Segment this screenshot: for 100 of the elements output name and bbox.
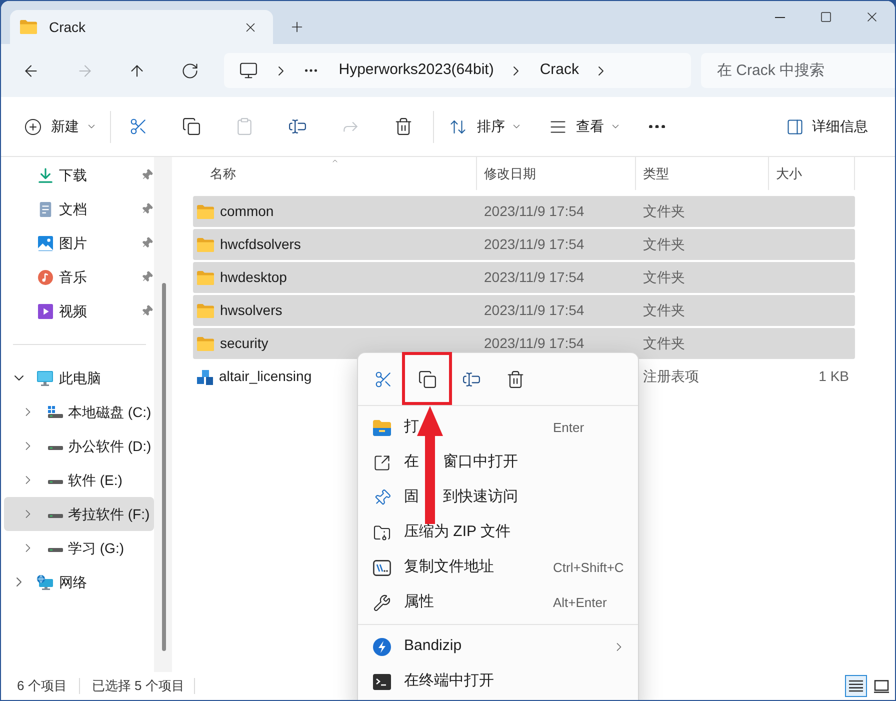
view-button[interactable]: 查看 [541,108,623,144]
quick-access-item[interactable]: 下载 [1,158,154,192]
shortcut-text: Alt+Enter [553,594,607,612]
details-pane-icon [786,118,804,136]
copy-icon [182,117,200,136]
file-type: 文件夹 [643,335,685,351]
plus-icon [289,19,305,35]
file-name: hwdesktop [220,268,287,287]
menu-item[interactable]: 在终端中打开 [358,664,638,699]
maximize-icon [820,11,832,23]
column-header[interactable]: 大小 [769,157,855,190]
folder-icon [197,336,214,350]
tile-view-icon [874,680,888,692]
monitor-icon [238,61,258,80]
minimize-icon [775,16,785,18]
quick-access-item[interactable]: 音乐 [1,260,154,294]
scissors-icon [128,117,148,136]
drive-item[interactable]: 本地磁盘 (C:) [4,395,154,429]
menu-item[interactable]: 打 Enter [358,410,638,445]
menu-item[interactable]: 压缩为 ZIP 文件 [358,515,638,550]
file-type: 注册表项 [643,368,699,384]
refresh-icon [180,62,199,80]
drive-item[interactable]: 学习 (G:) [4,531,154,565]
item-count: 6 个项目 [17,677,67,696]
file-size: 1 KB [818,367,849,386]
details-view-button[interactable] [845,675,867,697]
search-field[interactable]: 在 Crack 中搜索 [701,53,895,88]
folder-icon [20,20,37,34]
drive-icon [48,446,63,450]
details-button[interactable]: 详细信息 [777,108,881,144]
clipboard-icon [234,117,254,136]
column-header[interactable]: 修改日期 [477,157,636,190]
download-icon [38,168,53,182]
quick-access-item[interactable]: 视频 [1,294,154,328]
ellipsis-icon[interactable] [304,69,317,72]
picture-icon [38,236,53,250]
modified-date: 2023/11/9 17:54 [484,236,584,252]
column-header[interactable]: 类型 [636,157,769,190]
computer-icon [37,370,53,386]
modified-date: 2023/11/9 17:54 [484,302,584,318]
drive-icon [48,406,63,418]
selection-count: 已选择 5 个项目 [92,677,184,696]
this-pc-item[interactable]: 此电脑 [1,361,154,395]
document-icon [38,202,53,216]
folder-icon [373,418,391,436]
path-segment[interactable]: Crack [540,59,579,82]
folder-icon [197,304,214,318]
file-type: 文件夹 [643,203,685,219]
trash-icon [506,370,524,388]
plus-circle-icon [24,118,42,136]
menu-item[interactable]: 复制文件地址 Ctrl+Shift+C [358,550,638,585]
drive-item[interactable]: 考拉软件 (F:) [4,497,154,531]
file-row[interactable]: hwsolvers 2023/11/9 17:54 文件夹 [193,295,855,326]
video-icon [38,304,53,318]
modified-date: 2023/11/9 17:54 [484,269,584,285]
file-row[interactable]: common 2023/11/9 17:54 文件夹 [193,196,855,227]
file-row[interactable]: security 2023/11/9 17:54 文件夹 [193,328,855,359]
scissors-icon [374,370,392,388]
sort-arrows-icon [449,118,467,136]
drive-icon [48,548,63,552]
quick-access-item[interactable]: 图片 [1,226,154,260]
wrench-icon [373,594,391,612]
registry-file-icon [197,368,213,384]
file-row[interactable]: hwdesktop 2023/11/9 17:54 文件夹 [193,262,855,293]
file-type: 文件夹 [643,236,685,252]
zip-folder-icon [373,524,391,542]
rename-icon [288,117,306,136]
quick-access-item[interactable]: 文档 [1,192,154,226]
file-name: altair_licensing [219,367,312,386]
ellipsis-icon [649,124,665,128]
rename-icon [462,370,480,388]
menu-item[interactable]: 属性 Alt+Enter [358,585,638,620]
trash-icon [394,117,412,136]
menu-item[interactable]: 在 窗口中打开 [358,445,638,480]
folder-icon [197,238,214,252]
file-name: security [220,334,268,353]
column-header[interactable]: 名称 [193,157,477,190]
file-name: hwsolvers [220,301,282,320]
terminal-icon [373,672,391,690]
music-icon [38,270,53,284]
new-button[interactable]: 新建 [19,108,104,144]
sort-button[interactable]: 排序 [441,108,525,144]
drive-item[interactable]: 办公软件 (D:) [4,429,154,463]
path-segment[interactable]: Hyperworks2023(64bit) [338,59,494,82]
shortcut-text: Ctrl+Shift+C [553,558,624,577]
scrollbar-thumb[interactable] [162,283,166,651]
drive-item[interactable]: 软件 (E:) [4,463,154,497]
drive-icon [48,480,63,484]
bandizip-icon [373,638,391,656]
file-name: hwcfdsolvers [220,235,301,254]
menu-item[interactable]: Bandizip [358,629,638,664]
folder-tab[interactable]: Crack [10,10,273,44]
path-copy-icon [373,558,391,576]
modified-date: 2023/11/9 17:54 [484,203,584,219]
file-type: 文件夹 [643,302,685,318]
menu-item[interactable]: 固 到快速访问 [358,480,638,515]
file-row[interactable]: hwcfdsolvers 2023/11/9 17:54 文件夹 [193,229,855,260]
address-bar[interactable]: Hyperworks2023(64bit) Crack [224,53,692,88]
network-item[interactable]: 网络 [1,565,154,599]
copy-icon [418,370,436,388]
